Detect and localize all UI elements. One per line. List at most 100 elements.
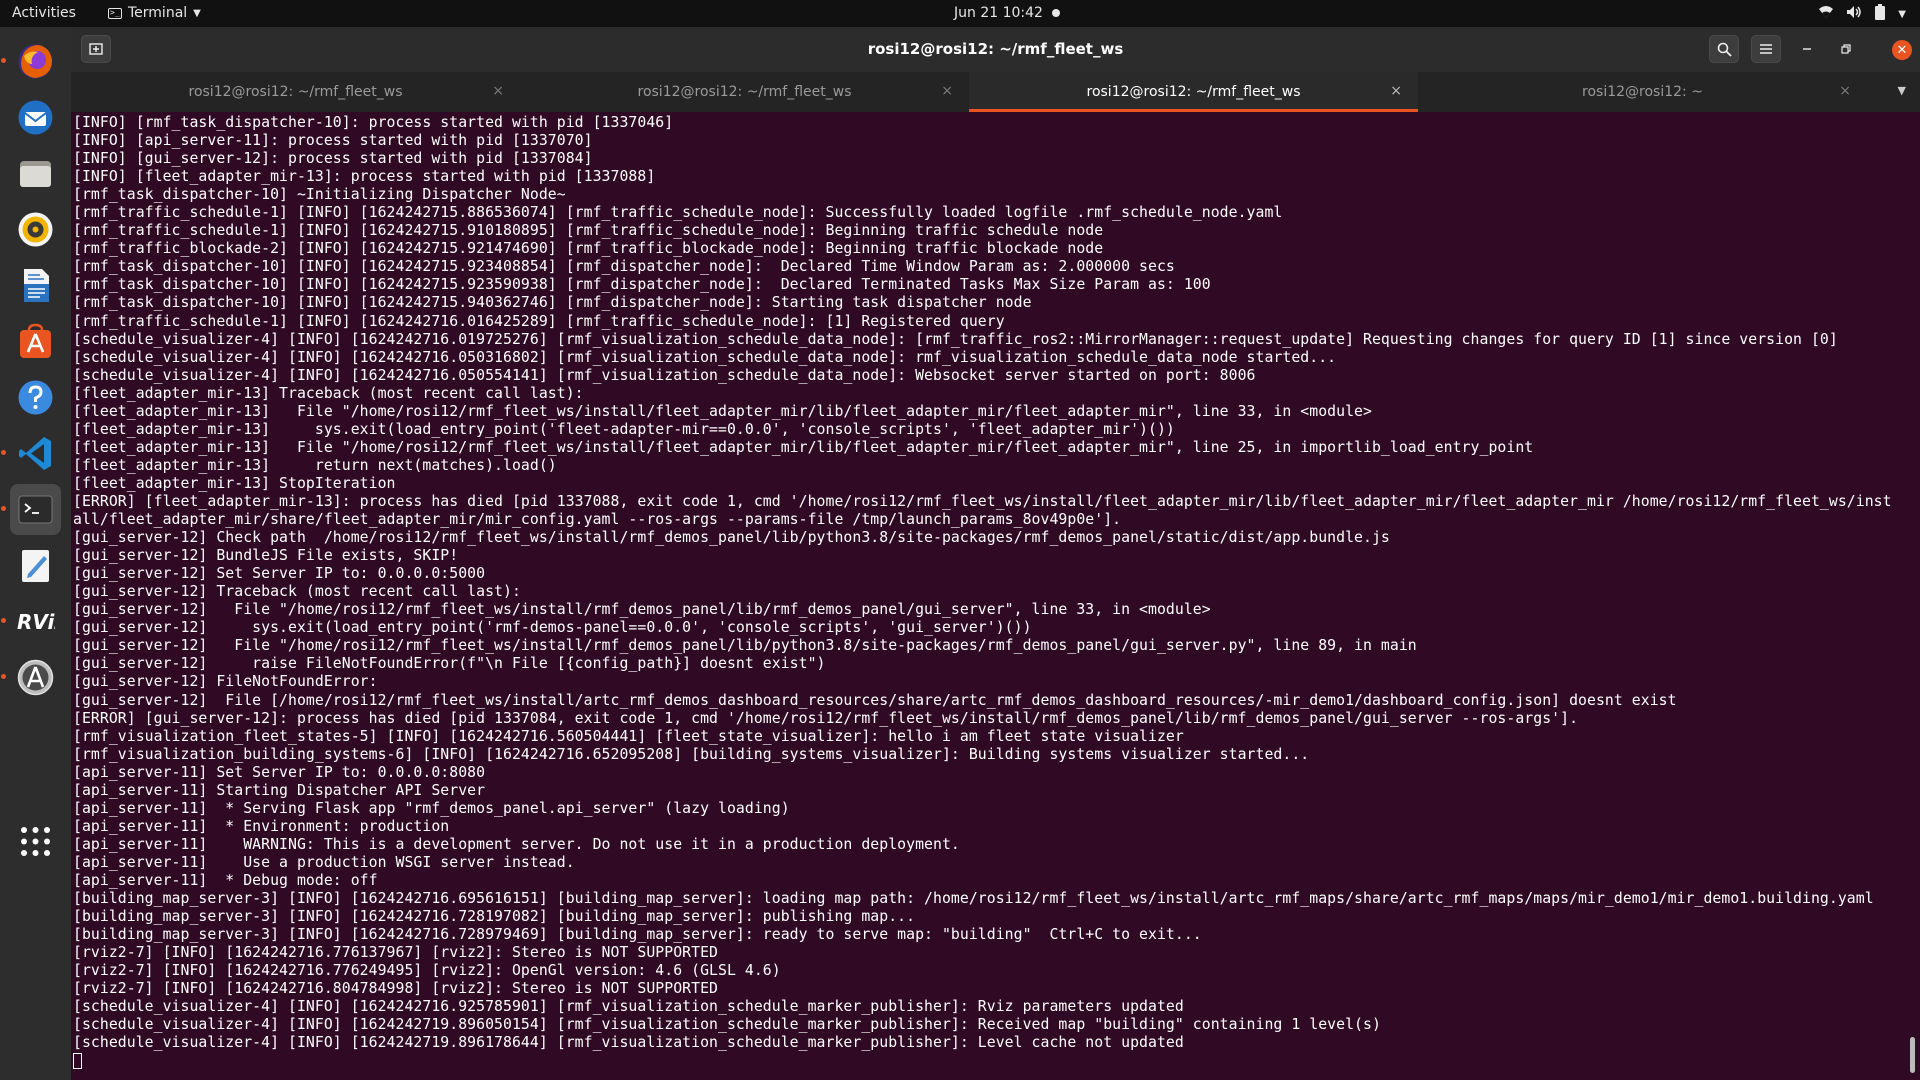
terminal-line: [fleet_adapter_mir-13] StopIteration <box>73 474 396 492</box>
terminal-line: [schedule_visualizer-4] [INFO] [16242427… <box>73 348 1337 366</box>
close-icon: ✕ <box>1896 42 1908 58</box>
terminal-line: [rmf_traffic_schedule-1] [INFO] [1624242… <box>73 312 1005 330</box>
terminal-line: [schedule_visualizer-4] [INFO] [16242427… <box>73 330 1838 348</box>
terminal-line: [api_server-11] * Serving Flask app "rmf… <box>73 799 790 817</box>
terminal-line: [gui_server-12] Set Server IP to: 0.0.0.… <box>73 565 486 583</box>
show-applications-icon <box>16 822 55 861</box>
terminal-output[interactable]: [INFO] [rmf_task_dispatcher-10]: process… <box>73 114 1903 1074</box>
terminal-line: [fleet_adapter_mir-13] sys.exit(load_ent… <box>73 420 1175 438</box>
terminal-line: [fleet_adapter_mir-13] File "/home/rosi1… <box>73 402 1372 420</box>
running-indicator <box>1 618 6 623</box>
terminal-app-icon: >_ <box>108 7 122 19</box>
dock-libreoffice-writer-launcher[interactable] <box>10 260 61 311</box>
title-bar[interactable]: rosi12@rosi12: ~/rmf_fleet_ws ✕ <box>71 27 1920 72</box>
activities-button[interactable]: Activities <box>12 5 76 21</box>
terminal-line: [api_server-11] * Environment: productio… <box>73 817 450 835</box>
running-indicator <box>1 674 6 679</box>
notification-dot-icon <box>1052 9 1060 17</box>
restore-button[interactable] <box>1831 35 1861 63</box>
terminal-line: [api_server-11] WARNING: This is a devel… <box>73 835 960 853</box>
app-menu[interactable]: >_ Terminal ▼ <box>108 5 201 21</box>
tab-label: rosi12@rosi12: ~/rmf_fleet_ws <box>637 84 852 100</box>
terminal-line: all/fleet_adapter_mir/share/fleet_adapte… <box>73 511 1122 529</box>
terminal-line: [schedule_visualizer-4] [INFO] [16242427… <box>73 1016 1381 1034</box>
terminal-line: [rmf_task_dispatcher-10] [INFO] [1624242… <box>73 294 1032 312</box>
terminal-line: [ERROR] [gui_server-12]: process has die… <box>73 709 1579 727</box>
tab-2[interactable]: rosi12@rosi12: ~/rmf_fleet_ws × <box>520 72 969 112</box>
tab-4[interactable]: rosi12@rosi12: ~ × <box>1418 72 1867 112</box>
libreoffice-writer-icon <box>16 266 55 305</box>
software-center-icon <box>16 322 55 361</box>
vscode-icon <box>16 434 55 473</box>
terminal-window: rosi12@rosi12: ~/rmf_fleet_ws ✕ rosi12@r… <box>71 27 1920 1080</box>
svg-text:RViz: RViz <box>17 610 55 634</box>
tab-close-icon[interactable]: × <box>941 83 953 99</box>
terminal-line: [rmf_visualization_fleet_states-5] [INFO… <box>73 727 1184 745</box>
terminal-line: [ERROR] [fleet_adapter_mir-13]: process … <box>73 492 1892 510</box>
files-icon <box>16 154 55 193</box>
close-window-button[interactable]: ✕ <box>1892 40 1912 60</box>
dock-show-applications-launcher[interactable] <box>10 816 61 867</box>
tab-label: rosi12@rosi12: ~/rmf_fleet_ws <box>1086 84 1301 100</box>
hamburger-menu-icon <box>1752 36 1780 62</box>
help-icon <box>16 378 55 417</box>
terminal-line: [gui_server-12] raise FileNotFoundError(… <box>73 655 826 673</box>
software-updater-icon <box>16 658 55 697</box>
tab-3-active[interactable]: rosi12@rosi12: ~/rmf_fleet_ws × <box>969 72 1418 112</box>
terminal-line: [INFO] [fleet_adapter_mir-13]: process s… <box>73 168 656 186</box>
terminal-line: [gui_server-12] Traceback (most recent c… <box>73 583 521 601</box>
dock-software-center-launcher[interactable] <box>10 316 61 367</box>
dock-rhythmbox-launcher[interactable] <box>10 204 61 255</box>
dock-text-editor-launcher[interactable] <box>10 540 61 591</box>
tab-overflow-chevron-icon[interactable]: ▼ <box>1898 84 1906 97</box>
top-bar: Activities >_ Terminal ▼ Jun 21 10:42 ▼ <box>0 0 1920 27</box>
system-tray[interactable]: ▼ <box>1818 4 1906 24</box>
terminal-icon <box>16 490 55 529</box>
terminal-line: [fleet_adapter_mir-13] Traceback (most r… <box>73 384 584 402</box>
rviz-icon: RViz <box>16 602 66 641</box>
tab-close-icon[interactable]: × <box>1390 83 1402 99</box>
search-button[interactable] <box>1709 35 1739 63</box>
text-editor-icon <box>16 546 55 585</box>
terminal-line: [rviz2-7] [INFO] [1624242716.776137967] … <box>73 944 719 962</box>
terminal-line: [rmf_task_dispatcher-10] ~Initializing D… <box>73 186 566 204</box>
tab-1[interactable]: rosi12@rosi12: ~/rmf_fleet_ws × <box>71 72 520 112</box>
text-cursor <box>73 1053 82 1070</box>
rhythmbox-icon <box>16 210 55 249</box>
terminal-line: [gui_server-12] Check path /home/rosi12/… <box>73 529 1390 547</box>
volume-icon <box>1846 4 1862 24</box>
terminal-line: [rmf_traffic_blockade-2] [INFO] [1624242… <box>73 240 1104 258</box>
window-title: rosi12@rosi12: ~/rmf_fleet_ws <box>867 40 1124 58</box>
terminal-line: [schedule_visualizer-4] [INFO] [16242427… <box>73 366 1256 384</box>
dock-vscode-launcher[interactable] <box>1 428 61 479</box>
tab-label: rosi12@rosi12: ~/rmf_fleet_ws <box>188 84 403 100</box>
clock[interactable]: Jun 21 10:42 <box>954 5 1043 21</box>
dock-rviz-launcher[interactable]: RViz <box>1 596 66 647</box>
terminal-line: [api_server-11] Set Server IP to: 0.0.0.… <box>73 763 486 781</box>
tab-close-icon[interactable]: × <box>1839 83 1851 99</box>
menu-button[interactable] <box>1751 35 1781 63</box>
minimize-icon <box>1792 35 1822 63</box>
tab-close-icon[interactable]: × <box>492 83 504 99</box>
terminal-line: [api_server-11] Starting Dispatcher API … <box>73 781 486 799</box>
battery-icon <box>1874 4 1886 24</box>
terminal-line: [rviz2-7] [INFO] [1624242716.804784998] … <box>73 980 719 998</box>
terminal-line: [INFO] [gui_server-12]: process started … <box>73 150 593 168</box>
terminal-line: [fleet_adapter_mir-13] File "/home/rosi1… <box>73 438 1534 456</box>
chevron-down-icon: ▼ <box>193 7 201 19</box>
tab-bar: rosi12@rosi12: ~/rmf_fleet_ws × rosi12@r… <box>71 72 1920 112</box>
prompt-line[interactable] <box>73 1052 1903 1070</box>
scrollbar[interactable] <box>1910 1037 1915 1073</box>
dock-terminal-launcher[interactable] <box>1 484 61 535</box>
terminal-line: [gui_server-12] FileNotFoundError: <box>73 673 378 691</box>
running-indicator <box>1 58 6 63</box>
minimize-button[interactable] <box>1792 35 1822 63</box>
running-indicator <box>1 450 6 455</box>
dock-thunderbird-launcher[interactable] <box>10 92 61 143</box>
dock-files-launcher[interactable] <box>10 148 61 199</box>
terminal-line: [INFO] [api_server-11]: process started … <box>73 132 593 150</box>
dock-help-launcher[interactable] <box>10 372 61 423</box>
dock-software-updater-launcher[interactable] <box>1 652 61 703</box>
dock-firefox-launcher[interactable] <box>1 36 61 87</box>
search-icon <box>1710 36 1738 62</box>
